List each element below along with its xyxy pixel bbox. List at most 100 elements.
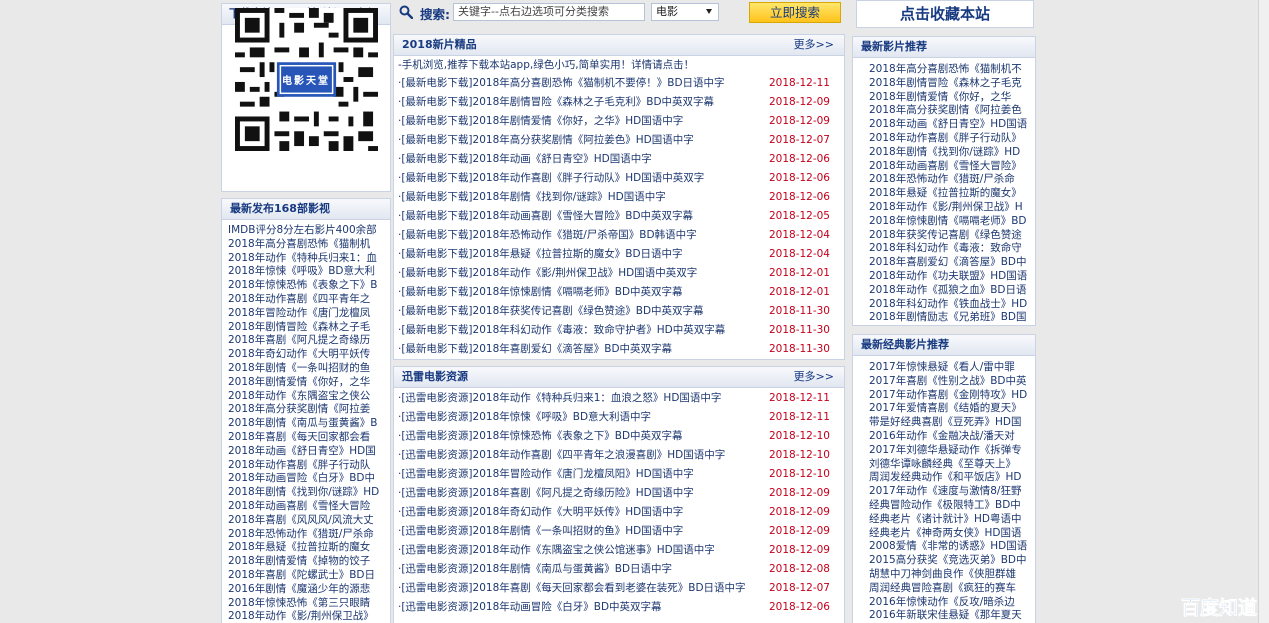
thunder-row[interactable]: ·[迅雷电影资源]2018年剧情《南瓜与蛋黄酱》BD日语中字 2018-12-08 bbox=[394, 560, 844, 579]
latest-recommend-item[interactable]: 2018年剧情励志《兄弟班》BD国 bbox=[863, 311, 1035, 325]
movie-title-link[interactable]: ·[最新电影下载]2018年喜剧爱幻《滴答屋》BD中英双字幕 bbox=[398, 343, 672, 355]
new-release-row[interactable]: ·[最新电影下载]2018年剧情冒险《森林之子毛克利》BD中英双字幕 2018-1… bbox=[394, 93, 844, 112]
latest-168-item[interactable]: 2018年惊悚恐怖《表象之下》B bbox=[222, 279, 390, 293]
new-release-row[interactable]: ·[最新电影下载]2018年悬疑《拉普拉斯的魔女》BD日语中字 2018-12-0… bbox=[394, 245, 844, 264]
latest-168-item[interactable]: 2018年喜剧《阿凡提之奇缘历 bbox=[222, 334, 390, 348]
latest-168-item[interactable]: 2018年动作《东隅盗宝之侠公 bbox=[222, 390, 390, 404]
classic-recommend-item[interactable]: 经典老片《诸计就计》HD粤语中 bbox=[863, 513, 1035, 527]
movie-title-link[interactable]: ·[迅雷电影资源]2018年喜剧《阿凡提之奇缘历险》HD国语中字 bbox=[398, 487, 694, 499]
latest-168-item[interactable]: 2018年动作《影/荆州保卫战》 bbox=[222, 610, 390, 623]
classic-recommend-item[interactable]: 2016年新联宋佳悬疑《那年夏天 bbox=[863, 609, 1035, 623]
thunder-row[interactable]: ·[迅雷电影资源]2018年喜剧《阿凡提之奇缘历险》HD国语中字 2018-12-… bbox=[394, 484, 844, 503]
latest-recommend-item[interactable]: 2018年悬疑《拉普拉斯的魔女》 bbox=[863, 187, 1035, 201]
latest-recommend-item[interactable]: 2018年科幻动作《毒液：致命守 bbox=[863, 242, 1035, 256]
latest-168-item[interactable]: 2018年剧情《一条叫招财的鱼 bbox=[222, 362, 390, 376]
movie-title-link[interactable]: ·[迅雷电影资源]2018年动作喜剧《四平青年之浪漫喜剧》HD国语中字 bbox=[398, 449, 725, 461]
app-qr-code[interactable]: 电影天堂 bbox=[234, 8, 379, 154]
movie-title-link[interactable]: ·[最新电影下载]2018年动画《舒日青空》HD国语中字 bbox=[398, 153, 652, 165]
movie-title-link[interactable]: ·[迅雷电影资源]2018年剧情《一条叫招财的鱼》HD国语中字 bbox=[398, 525, 683, 537]
classic-recommend-item[interactable]: 2017年爱情喜剧《结婚的夏天》 bbox=[863, 402, 1035, 416]
latest-168-item[interactable]: 2018年喜剧《风风风/风流大丈 bbox=[222, 514, 390, 528]
thunder-row[interactable]: ·[迅雷电影资源]2018年动画冒险《白牙》BD中英双字幕 2018-12-06 bbox=[394, 598, 844, 617]
new-release-row[interactable]: ·[最新电影下载]2018年剧情爱情《你好，之华》HD国语中字 2018-12-0… bbox=[394, 112, 844, 131]
thunder-row[interactable]: ·[迅雷电影资源]2018年动作《东隅盗宝之侠公馆迷事》HD国语中字 2018-1… bbox=[394, 541, 844, 560]
movie-title-link[interactable]: ·[最新电影下载]2018年高分获奖剧情《阿拉姜色》HD国语中字 bbox=[398, 134, 694, 146]
thunder-row[interactable]: ·[迅雷电影资源]2018年喜剧《每天回家都会看到老婆在装死》BD日语中字 201… bbox=[394, 579, 844, 598]
latest-recommend-item[interactable]: 2018年获奖传记喜剧《绿色赞途 bbox=[863, 229, 1035, 243]
classic-recommend-item[interactable]: 2017年刘德华悬疑动作《拆弹专 bbox=[863, 444, 1035, 458]
latest-168-item[interactable]: 2018年动画喜剧《雪怪大冒险 bbox=[222, 500, 390, 514]
classic-recommend-item[interactable]: 2017年动作喜剧《金刚特攻》HD bbox=[863, 389, 1035, 403]
latest-168-item[interactable]: 2018年喜剧《陀螺武士》BD日 bbox=[222, 569, 390, 583]
latest-168-item[interactable]: 2018年悬疑《拉普拉斯的魔女 bbox=[222, 541, 390, 555]
latest-recommend-item[interactable]: 2018年动作《孤狼之血》BD日语 bbox=[863, 284, 1035, 298]
movie-title-link[interactable]: ·[迅雷电影资源]2018年惊悚《呼吸》BD意大利语中字 bbox=[398, 411, 651, 423]
latest-recommend-item[interactable]: 2018年剧情爱情《你好，之华 bbox=[863, 91, 1035, 105]
movie-title-link[interactable]: ·[最新电影下载]2018年动画喜剧《雪怪大冒险》BD中英双字幕 bbox=[398, 210, 693, 222]
latest-recommend-item[interactable]: 2018年动画《舒日青空》HD国语 bbox=[863, 118, 1035, 132]
classic-recommend-item[interactable]: 经典老片《神奇两女侠》HD国语 bbox=[863, 527, 1035, 541]
movie-title-link[interactable]: ·[最新电影下载]2018年获奖传记喜剧《绿色赞途》BD中英双字幕 bbox=[398, 305, 704, 317]
movie-title-link[interactable]: ·[最新电影下载]2018年剧情《找到你/谜踪》HD国语中字 bbox=[398, 191, 666, 203]
movie-title-link[interactable]: ·[最新电影下载]2018年剧情冒险《森林之子毛克利》BD中英双字幕 bbox=[398, 96, 714, 108]
search-input[interactable]: 关键字--点右边选项可分类搜索 bbox=[453, 3, 645, 21]
new-release-row[interactable]: ·[最新电影下载]2018年高分喜剧恐怖《猫制机不要停！》BD日语中字 2018-… bbox=[394, 74, 844, 93]
movie-title-link[interactable]: ·[迅雷电影资源]2018年冒险动作《唐门龙檀凤阳》HD国语中字 bbox=[398, 468, 694, 480]
latest-168-item[interactable]: 2018年动画《舒日青空》HD国 bbox=[222, 445, 390, 459]
latest-168-item[interactable]: 2018年奇幻动作《大明平妖传 bbox=[222, 348, 390, 362]
thunder-row[interactable]: ·[迅雷电影资源]2018年惊悚《呼吸》BD意大利语中字 2018-12-11 bbox=[394, 408, 844, 427]
new-release-row[interactable]: ·[最新电影下载]2018年剧情《找到你/谜踪》HD国语中字 2018-12-06 bbox=[394, 188, 844, 207]
latest-recommend-item[interactable]: 2018年动作《功夫联盟》HD国语 bbox=[863, 270, 1035, 284]
latest-168-item[interactable]: 2018年剧情爱情《你好，之华 bbox=[222, 376, 390, 390]
page-scrollbar[interactable] bbox=[1258, 0, 1269, 623]
latest-168-item[interactable]: 2018年高分喜剧恐怖《猫制机 bbox=[222, 238, 390, 252]
movie-title-link[interactable]: ·[最新电影下载]2018年高分喜剧恐怖《猫制机不要停！》BD日语中字 bbox=[398, 77, 725, 89]
latest-168-item[interactable]: 2018年恐怖动作《猎斑/尸杀命 bbox=[222, 528, 390, 542]
new-releases-more-link[interactable]: 更多>> bbox=[794, 35, 834, 55]
movie-title-link[interactable]: ·[最新电影下载]2018年恐怖动作《猎斑/尸杀帝国》BD韩语中字 bbox=[398, 229, 697, 241]
latest-168-item[interactable]: 2018年剧情《南瓜与蛋黄酱》B bbox=[222, 417, 390, 431]
thunder-row[interactable]: ·[迅雷电影资源]2018年动作《特种兵归来1：血浪之怒》HD国语中字 2018-… bbox=[394, 389, 844, 408]
classic-recommend-item[interactable]: 周润发经典动作《和平饭店》HD bbox=[863, 471, 1035, 485]
thunder-row[interactable]: ·[迅雷电影资源]2018年奇幻动作《大明平妖传》HD国语中字 2018-12-0… bbox=[394, 503, 844, 522]
new-release-row[interactable]: ·[最新电影下载]2018年科幻动作《毒液：致命守护者》HD中英双字幕 2018-… bbox=[394, 321, 844, 340]
search-button[interactable]: 立即搜索 bbox=[749, 2, 841, 23]
new-release-row[interactable]: ·[最新电影下载]2018年高分获奖剧情《阿拉姜色》HD国语中字 2018-12-… bbox=[394, 131, 844, 150]
movie-title-link[interactable]: ·[最新电影下载]2018年惊悚剧情《嗝嗝老师》BD中英双字幕 bbox=[398, 286, 683, 298]
latest-recommend-item[interactable]: 2018年动作喜剧《胖子行动队》 bbox=[863, 132, 1035, 146]
latest-168-item[interactable]: 2018年惊悚恐怖《第三只眼睛 bbox=[222, 597, 390, 611]
latest-168-item[interactable]: 2018年喜剧《每天回家都会看 bbox=[222, 431, 390, 445]
classic-recommend-item[interactable]: 经典冒险动作《极限特工》BD中 bbox=[863, 499, 1035, 513]
latest-recommend-item[interactable]: 2018年高分喜剧恐怖《猫制机不 bbox=[863, 63, 1035, 77]
latest-168-item[interactable]: 2018年动作喜剧《四平青年之 bbox=[222, 293, 390, 307]
latest-168-item[interactable]: 2018年动画冒险《白牙》BD中 bbox=[222, 472, 390, 486]
latest-recommend-item[interactable]: 2018年动作《影/荆州保卫战》H bbox=[863, 201, 1035, 215]
latest-recommend-item[interactable]: 2018年恐怖动作《猎斑/尸杀命 bbox=[863, 173, 1035, 187]
latest-recommend-item[interactable]: 2018年喜剧爱幻《滴答屋》BD中 bbox=[863, 256, 1035, 270]
new-release-row[interactable]: ·[最新电影下载]2018年动作《影/荆州保卫战》HD国语中英双字 2018-12… bbox=[394, 264, 844, 283]
classic-recommend-item[interactable]: 2015高分获奖《竞选灭弟》BD中 bbox=[863, 554, 1035, 568]
new-release-row[interactable]: ·[最新电影下载]2018年动画《舒日青空》HD国语中字 2018-12-06 bbox=[394, 150, 844, 169]
classic-recommend-item[interactable]: 2008爱情《非常的诱惑》HD国语 bbox=[863, 540, 1035, 554]
latest-recommend-item[interactable]: 2018年剧情冒险《森林之子毛克 bbox=[863, 77, 1035, 91]
thunder-row[interactable]: ·[迅雷电影资源]2018年惊悚恐怖《表象之下》BD中英双字幕 2018-12-1… bbox=[394, 427, 844, 446]
new-release-row[interactable]: ·[最新电影下载]2018年惊悚剧情《嗝嗝老师》BD中英双字幕 2018-12-0… bbox=[394, 283, 844, 302]
classic-recommend-item[interactable]: 刘德华谭咏麟经典《至尊天上》 bbox=[863, 458, 1035, 472]
thunder-row[interactable]: ·[迅雷电影资源]2018年冒险动作《唐门龙檀凤阳》HD国语中字 2018-12-… bbox=[394, 465, 844, 484]
movie-title-link[interactable]: ·[迅雷电影资源]2018年动作《特种兵归来1：血浪之怒》HD国语中字 bbox=[398, 392, 721, 404]
latest-168-item[interactable]: 2018年动作喜剧《胖子行动队 bbox=[222, 459, 390, 473]
movie-title-link[interactable]: ·[最新电影下载]2018年悬疑《拉普拉斯的魔女》BD日语中字 bbox=[398, 248, 683, 260]
classic-recommend-item[interactable]: 周润经典冒险喜剧《疯狂的赛车 bbox=[863, 582, 1035, 596]
movie-title-link[interactable]: ·[迅雷电影资源]2018年奇幻动作《大明平妖传》HD国语中字 bbox=[398, 506, 683, 518]
app-promo-link[interactable]: -手机浏览,推荐下载本站app,绿色小巧,简单实用！详情请点击！ bbox=[394, 56, 844, 74]
latest-recommend-item[interactable]: 2018年剧情《找到你/谜踪》HD bbox=[863, 146, 1035, 160]
new-release-row[interactable]: ·[最新电影下载]2018年动画喜剧《雪怪大冒险》BD中英双字幕 2018-12-… bbox=[394, 207, 844, 226]
classic-recommend-item[interactable]: 带是好经典喜剧《豆死弄》HD国 bbox=[863, 416, 1035, 430]
movie-title-link[interactable]: ·[迅雷电影资源]2018年喜剧《每天回家都会看到老婆在装死》BD日语中字 bbox=[398, 582, 746, 594]
latest-recommend-item[interactable]: 2018年科幻动作《铁血战士》HD bbox=[863, 298, 1035, 312]
latest-recommend-item[interactable]: 2018年动画喜剧《雪怪大冒险》 bbox=[863, 160, 1035, 174]
thunder-row[interactable]: ·[迅雷电影资源]2018年动作喜剧《四平青年之浪漫喜剧》HD国语中字 2018-… bbox=[394, 446, 844, 465]
movie-title-link[interactable]: ·[最新电影下载]2018年动作《影/荆州保卫战》HD国语中英双字 bbox=[398, 267, 697, 279]
latest-168-item[interactable]: 2018年剧情冒险《森林之子毛 bbox=[222, 321, 390, 335]
latest-168-item[interactable]: 2018年动作《特种兵归来1：血 bbox=[222, 252, 390, 266]
